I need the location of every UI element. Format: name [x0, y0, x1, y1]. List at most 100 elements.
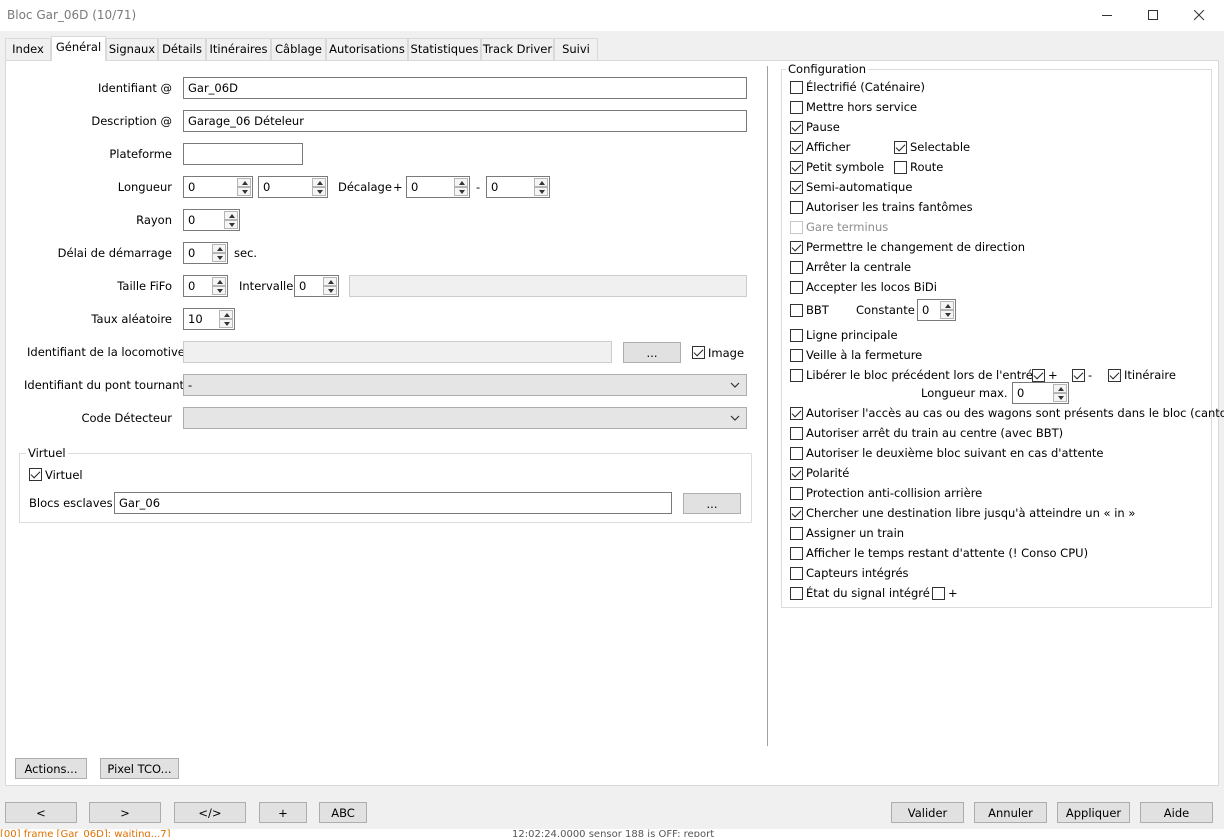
- tab-general[interactable]: Général: [51, 36, 106, 61]
- spin-down-icon[interactable]: [940, 310, 954, 319]
- locos-bidi-checkbox[interactable]: [790, 281, 803, 294]
- spin-down-icon[interactable]: [212, 253, 226, 262]
- plateforme-input[interactable]: [183, 143, 303, 165]
- trains-fantomes-checkbox[interactable]: [790, 201, 803, 214]
- blocs-esclaves-input[interactable]: Gar_06: [114, 492, 672, 514]
- spin-up-icon[interactable]: [312, 178, 326, 187]
- tab-cablage[interactable]: Câblage: [271, 38, 326, 60]
- previous-button[interactable]: <: [5, 802, 77, 823]
- semi-auto-checkbox[interactable]: [790, 181, 803, 194]
- pause-checkbox[interactable]: [790, 121, 803, 134]
- fifo-spinner[interactable]: 0: [183, 275, 228, 297]
- spin-up-icon[interactable]: [940, 301, 954, 310]
- spin-up-icon[interactable]: [224, 211, 238, 220]
- liberer-checkbox[interactable]: [790, 369, 803, 382]
- identifiant-input[interactable]: Gar_06D: [183, 77, 747, 99]
- minimize-button[interactable]: [1085, 0, 1131, 31]
- code-button[interactable]: </>: [174, 802, 246, 823]
- temps-restant-checkbox[interactable]: [790, 547, 803, 560]
- spin-up-icon[interactable]: [212, 244, 226, 253]
- spin-down-icon[interactable]: [224, 220, 238, 229]
- loco-browse-button[interactable]: ...: [623, 342, 681, 363]
- longueur-value-1: 0: [188, 180, 196, 194]
- rayon-spinner[interactable]: 0: [183, 209, 240, 231]
- spin-down-icon[interactable]: [323, 286, 337, 295]
- spin-up-icon[interactable]: [212, 277, 226, 286]
- actions-button[interactable]: Actions...: [15, 758, 87, 779]
- abc-button[interactable]: ABC: [319, 802, 367, 823]
- etat-signal-checkbox[interactable]: [790, 587, 803, 600]
- hors-service-checkbox[interactable]: [790, 101, 803, 114]
- deuxieme-bloc-checkbox[interactable]: [790, 447, 803, 460]
- annuler-button[interactable]: Annuler: [974, 802, 1047, 823]
- liberer-moins-checkbox[interactable]: [1072, 369, 1085, 382]
- polarite-checkbox[interactable]: [790, 467, 803, 480]
- afficher-checkbox[interactable]: [790, 141, 803, 154]
- maximize-button[interactable]: [1131, 0, 1177, 31]
- petit-symbole-checkbox[interactable]: [790, 161, 803, 174]
- spin-down-icon[interactable]: [312, 187, 326, 196]
- tab-details[interactable]: Détails: [158, 38, 206, 60]
- capteurs-checkbox[interactable]: [790, 567, 803, 580]
- spin-up-icon[interactable]: [1053, 384, 1067, 393]
- add-button[interactable]: +: [259, 802, 307, 823]
- taux-spinner[interactable]: 10: [183, 308, 235, 330]
- image-checkbox[interactable]: [692, 346, 705, 359]
- acces-wagons-checkbox[interactable]: [790, 407, 803, 420]
- constante-spinner[interactable]: 0: [917, 299, 956, 321]
- virtuel-checkbox[interactable]: [29, 468, 42, 481]
- pixel-tco-button[interactable]: Pixel TCO...: [100, 758, 179, 779]
- decalage-spinner-1[interactable]: 0: [406, 176, 470, 198]
- blocs-esclaves-browse-button[interactable]: ...: [683, 493, 741, 514]
- longueur-spinner-1[interactable]: 0: [183, 176, 253, 198]
- anti-collision-checkbox[interactable]: [790, 487, 803, 500]
- spin-up-icon[interactable]: [323, 277, 337, 286]
- spin-down-icon[interactable]: [1053, 393, 1067, 402]
- delai-unit: sec.: [234, 246, 258, 260]
- spin-down-icon[interactable]: [212, 286, 226, 295]
- appliquer-button[interactable]: Appliquer: [1057, 802, 1130, 823]
- decalage-value-2: 0: [491, 180, 499, 194]
- close-button[interactable]: [1177, 0, 1223, 31]
- selectable-checkbox[interactable]: [894, 141, 907, 154]
- delai-spinner[interactable]: 0: [183, 242, 228, 264]
- spin-down-icon[interactable]: [237, 187, 251, 196]
- valider-button[interactable]: Valider: [891, 802, 964, 823]
- arret-centre-checkbox[interactable]: [790, 427, 803, 440]
- tab-index[interactable]: Index: [5, 38, 51, 60]
- aide-button[interactable]: Aide: [1140, 802, 1213, 823]
- arreter-centrale-checkbox[interactable]: [790, 261, 803, 274]
- spin-down-icon[interactable]: [454, 187, 468, 196]
- spin-up-icon[interactable]: [534, 178, 548, 187]
- decalage-spinner-2[interactable]: 0: [486, 176, 550, 198]
- bbt-checkbox[interactable]: [790, 304, 803, 317]
- etat-signal-plus-checkbox[interactable]: [932, 587, 945, 600]
- electrifie-checkbox[interactable]: [790, 81, 803, 94]
- spin-up-icon[interactable]: [219, 310, 233, 319]
- tab-suivi[interactable]: Suivi: [554, 38, 598, 60]
- spin-down-icon[interactable]: [219, 319, 233, 328]
- spin-up-icon[interactable]: [237, 178, 251, 187]
- intervalle-spinner[interactable]: 0: [294, 275, 339, 297]
- tab-signaux[interactable]: Signaux: [106, 38, 158, 60]
- veille-checkbox[interactable]: [790, 349, 803, 362]
- ligne-principale-checkbox[interactable]: [790, 329, 803, 342]
- liberer-plus-checkbox[interactable]: [1032, 369, 1045, 382]
- changement-direction-checkbox[interactable]: [790, 241, 803, 254]
- itineraire-checkbox[interactable]: [1108, 369, 1121, 382]
- route-checkbox[interactable]: [894, 161, 907, 174]
- destination-libre-checkbox[interactable]: [790, 507, 803, 520]
- next-button[interactable]: >: [89, 802, 161, 823]
- tab-track-driver[interactable]: Track Driver: [481, 38, 554, 60]
- longueur-spinner-2[interactable]: 0: [258, 176, 328, 198]
- spin-down-icon[interactable]: [534, 187, 548, 196]
- tab-itineraires[interactable]: Itinéraires: [206, 38, 271, 60]
- longueur-max-spinner[interactable]: 0: [1012, 382, 1069, 404]
- tab-statistiques[interactable]: Statistiques: [408, 38, 481, 60]
- pont-select[interactable]: -: [183, 374, 747, 396]
- spin-up-icon[interactable]: [454, 178, 468, 187]
- assigner-train-checkbox[interactable]: [790, 527, 803, 540]
- description-input[interactable]: Garage_06 Dételeur: [183, 110, 747, 132]
- tab-autorisations[interactable]: Autorisations: [326, 38, 408, 60]
- detecteur-select[interactable]: [183, 407, 747, 429]
